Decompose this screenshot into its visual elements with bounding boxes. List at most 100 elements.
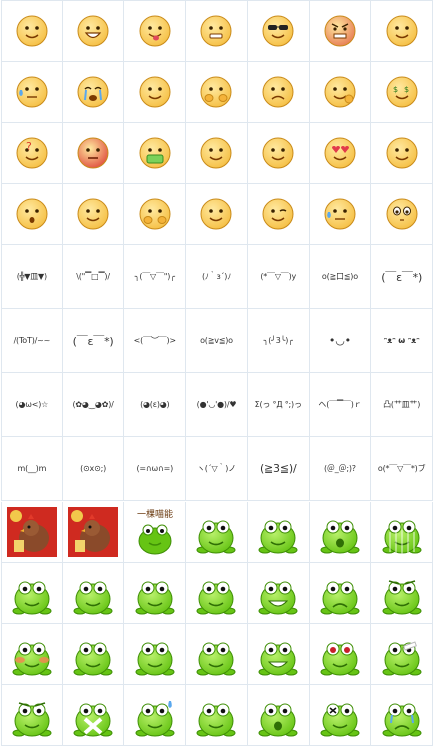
sticker-cell[interactable] [309,563,372,624]
sticker-cell[interactable] [309,502,372,563]
text-emoticon-cell[interactable]: o(≧v≦)o [186,309,248,373]
sticker-cell[interactable] [309,624,372,685]
text-emoticon-cell[interactable]: /(ToT)/~~ [1,309,63,373]
text-emoticon-cell[interactable]: ᵔᴥᵔ ω ᵔᴥᵔ [371,309,433,373]
sticker-cell[interactable] [1,685,63,746]
face-emoticon-cell[interactable] [371,184,433,245]
text-emoticon-cell[interactable]: (●'◡'●)/♥ [186,373,248,437]
face-emoticon-cell[interactable] [247,1,310,62]
sticker-cell[interactable] [1,563,63,624]
frog-red-eyes-sticker-icon [314,628,366,680]
sticker-cell[interactable] [247,685,310,746]
text-emoticon-cell[interactable]: (＠_＠;)? [309,437,372,501]
sticker-cell[interactable] [62,502,125,563]
sticker-cell[interactable] [62,624,125,685]
face-emoticon-cell[interactable] [186,62,248,123]
sticker-cell[interactable] [309,685,372,746]
sweat-blue-face-icon [322,196,358,232]
face-emoticon-cell[interactable] [124,123,187,184]
face-emoticon-cell[interactable] [309,62,372,123]
face-emoticon-cell[interactable] [371,1,433,62]
sticker-cell[interactable] [247,624,310,685]
sticker-cell[interactable] [186,624,248,685]
face-emoticon-cell[interactable] [1,184,63,245]
text-emoticon: ᵔᴥᵔ ω ᵔᴥᵔ [383,336,420,345]
text-emoticon-cell[interactable]: 凸(艹皿艹) [371,373,433,437]
frog-cry-sticker-icon [376,689,428,741]
crying-face-icon [75,74,111,110]
sticker-cell[interactable] [1,624,63,685]
text-emoticon-cell[interactable]: \("▔□▔)/ [62,245,125,309]
sticker-cell[interactable] [1,502,63,563]
text-emoticon-cell[interactable]: m(__)m [1,437,63,501]
frog-surprised-sticker-icon [314,506,366,558]
sticker-cell[interactable] [247,502,310,563]
text-emoticon-cell[interactable]: (✿◕‿◕✿)/ [62,373,125,437]
text-emoticon-cell[interactable]: ヽ(´▽｀)ノ [186,437,248,501]
sticker-cell[interactable] [124,624,187,685]
sticker-cell[interactable] [186,685,248,746]
text-emoticon-cell[interactable]: o(*￣▽￣*)ブ [371,437,433,501]
wink-face-icon [260,196,296,232]
face-emoticon-cell[interactable] [247,123,310,184]
face-emoticon-cell[interactable] [1,62,63,123]
face-emoticon-cell[interactable] [1,1,63,62]
text-emoticon-cell[interactable]: (⊙x⊙;) [62,437,125,501]
text-emoticon-cell[interactable]: ヘ(￣▔￣)ｒ [309,373,372,437]
sticker-cell[interactable] [124,563,187,624]
face-emoticon-cell[interactable] [62,184,125,245]
text-emoticon-cell[interactable]: (*￣▽￣)y [247,245,310,309]
text-emoticon-cell[interactable]: o(≧口≦)o [309,245,372,309]
sticker-cell[interactable] [247,563,310,624]
sticker-cell[interactable] [371,685,433,746]
sticker-cell[interactable]: 一棵喵能 [124,502,187,563]
frog-angry-sticker-icon [376,567,428,619]
face-emoticon-cell[interactable] [186,123,248,184]
face-emoticon-cell[interactable] [186,1,248,62]
sly-face-icon [75,196,111,232]
text-emoticon-cell[interactable]: (￣ε￣*) [62,309,125,373]
face-emoticon-cell[interactable] [309,184,372,245]
text-emoticon-cell[interactable]: <(￣︶￣)> [124,309,187,373]
face-emoticon-cell[interactable] [62,62,125,123]
text-emoticon-cell[interactable]: (◕ω<)☆ [1,373,63,437]
face-emoticon-cell[interactable]: $ $ [371,62,433,123]
text-emoticon-cell[interactable]: (≧3≦)/ [247,437,310,501]
sticker-cell[interactable] [371,502,433,563]
text-emoticon-cell[interactable]: Σ(っ °Д °;)っ [247,373,310,437]
face-emoticon-cell[interactable] [62,1,125,62]
face-emoticon-cell[interactable] [124,62,187,123]
text-emoticon-cell[interactable]: (=∩ω∩=) [124,437,187,501]
face-emoticon-cell[interactable] [62,123,125,184]
text-emoticon: ╮(￣▽￣")╭ [134,272,175,281]
text-emoticon-cell[interactable]: ╮(￣▽￣")╭ [124,245,187,309]
text-emoticon-cell[interactable]: (╬▼皿▼) [1,245,63,309]
face-emoticon-cell[interactable] [247,184,310,245]
heart-eyes-face-icon [322,135,358,171]
text-emoticon-cell[interactable]: ╮(╯3╰)╭ [247,309,310,373]
text-emoticon-cell[interactable]: (￣ε￣*) [371,245,433,309]
sticker-cell[interactable] [371,624,433,685]
face-emoticon-cell[interactable] [309,123,372,184]
sticker-cell[interactable] [186,502,248,563]
sticker-cell[interactable] [62,685,125,746]
scared-face-icon [14,196,50,232]
text-emoticon-cell[interactable]: (ﾉ｀з´)ﾉ [186,245,248,309]
face-emoticon-cell[interactable]: ? [1,123,63,184]
sticker-cell[interactable] [62,563,125,624]
sticker-cell[interactable] [186,563,248,624]
text-emoticon: Σ(っ °Д °;)っ [254,400,302,409]
face-emoticon-cell[interactable] [186,184,248,245]
face-emoticon-cell[interactable] [124,184,187,245]
text-emoticon: (⊙x⊙;) [80,464,106,473]
angry-face-icon [322,13,358,49]
text-emoticon-cell[interactable]: •◡• [309,309,372,373]
face-emoticon-cell[interactable] [124,1,187,62]
face-emoticon-cell[interactable] [371,123,433,184]
face-emoticon-cell[interactable] [247,62,310,123]
sticker-cell[interactable] [371,563,433,624]
svg-text:$: $ [393,85,398,94]
sticker-cell[interactable] [124,685,187,746]
text-emoticon-cell[interactable]: (◕(ε)◕) [124,373,187,437]
face-emoticon-cell[interactable] [309,1,372,62]
